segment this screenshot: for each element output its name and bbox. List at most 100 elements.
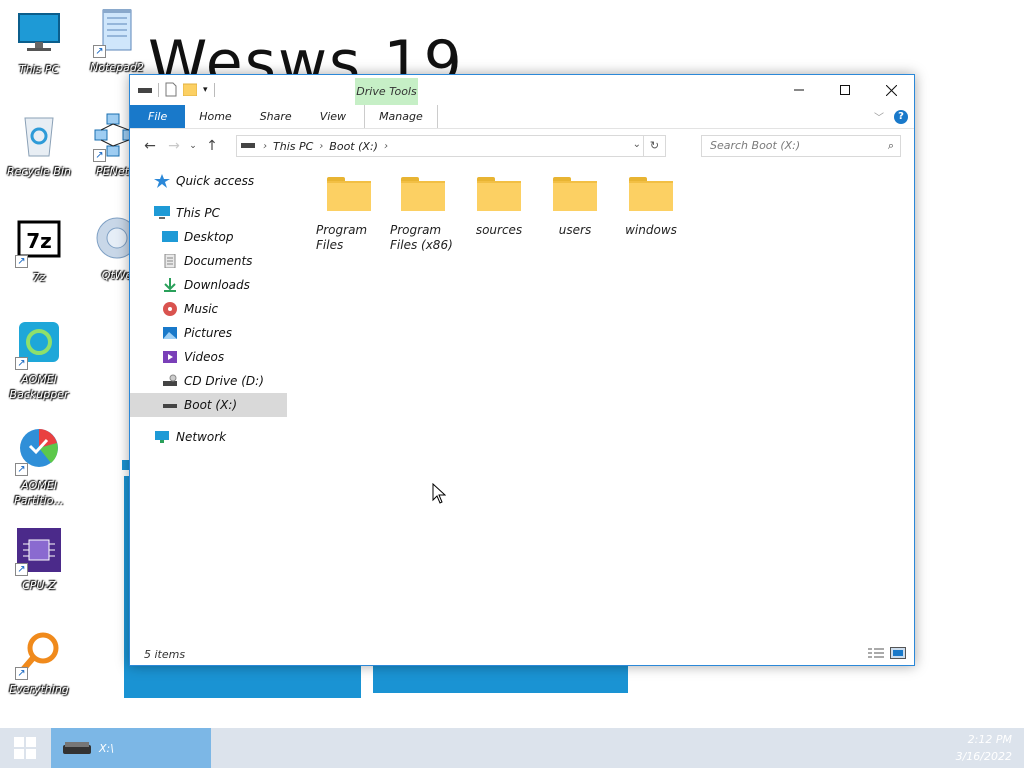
- desktop-icon-this-pc[interactable]: This PC: [1, 10, 77, 77]
- tab-manage[interactable]: Manage: [364, 105, 438, 128]
- desktop-icon-label: AOMEI Partitio...: [14, 479, 64, 507]
- shortcut-arrow-icon: ↗: [93, 149, 106, 162]
- desktop-icon-everything[interactable]: ↗ Everything: [1, 630, 77, 697]
- desktop-icon-label: CPU-Z: [22, 579, 56, 592]
- drive-tools-context-tab: Drive Tools: [355, 78, 418, 105]
- desktop-icon-aomei-partition[interactable]: ↗ AOMEI Partitio...: [1, 426, 77, 508]
- nav-item-label: Music: [184, 302, 219, 316]
- navigation-pane: Quick access This PC Desktop Documents D…: [130, 165, 287, 637]
- start-button[interactable]: [0, 728, 50, 768]
- help-icon[interactable]: ?: [894, 109, 908, 124]
- folder-item[interactable]: windows: [618, 177, 684, 238]
- navigation-bar: ← → ⌄ ↑ › This PC › Boot (X:) › ⌄ ↻ Sear…: [130, 129, 914, 163]
- quick-access-toolbar: ▾: [138, 82, 215, 97]
- customize-qat-icon[interactable]: ▾: [203, 85, 208, 95]
- new-folder-icon[interactable]: [183, 83, 197, 96]
- folder-item[interactable]: users: [542, 177, 608, 238]
- nav-item-cd-drive[interactable]: CD Drive (D:): [130, 369, 287, 393]
- aomei-backupper-icon: ↗: [15, 320, 63, 370]
- nav-item-pictures[interactable]: Pictures: [130, 321, 287, 345]
- taskbar-item-explorer[interactable]: X:\: [51, 728, 211, 768]
- everything-search-icon: ↗: [15, 630, 63, 680]
- nav-item-documents[interactable]: Documents: [130, 249, 287, 273]
- shortcut-arrow-icon: ↗: [15, 463, 28, 476]
- nav-item-music[interactable]: Music: [130, 297, 287, 321]
- breadcrumb-this-pc[interactable]: This PC: [267, 140, 319, 153]
- download-icon: [164, 278, 176, 292]
- desktop-icon-7z[interactable]: 7z ↗ 7z: [1, 218, 77, 285]
- chevron-right-icon[interactable]: ›: [384, 141, 388, 152]
- tab-share[interactable]: Share: [246, 105, 306, 128]
- shortcut-arrow-icon: ↗: [15, 667, 28, 680]
- nav-item-label: Videos: [184, 350, 225, 364]
- folder-name: Program Files: [316, 223, 368, 252]
- desktop-icon-recycle-bin[interactable]: Recycle Bin: [1, 112, 77, 179]
- videos-icon: [163, 351, 177, 363]
- desktop-icon-label: This PC: [18, 63, 60, 76]
- large-icons-view-icon[interactable]: [890, 647, 906, 659]
- properties-icon[interactable]: [165, 82, 177, 97]
- window-controls: [776, 75, 914, 105]
- back-arrow-icon[interactable]: ←: [138, 138, 162, 154]
- desktop-icon-cpu-z[interactable]: ↗ CPU-Z: [1, 526, 77, 593]
- nav-item-label: Desktop: [184, 230, 234, 244]
- music-icon: [163, 302, 177, 316]
- folder-item[interactable]: Program Files: [316, 177, 382, 253]
- drive-icon: [163, 404, 177, 408]
- nav-item-label: Documents: [184, 254, 253, 268]
- desktop-icon-label: AOMEI Backupper: [9, 373, 69, 401]
- folder-item[interactable]: Program Files (x86): [390, 177, 456, 253]
- folder-icon: [327, 177, 371, 211]
- system-clock[interactable]: 2:12 PM 3/16/2022: [956, 731, 1012, 765]
- desktop-icon: [162, 231, 178, 242]
- maximize-button[interactable]: [822, 75, 868, 105]
- desktop-icon-label: Recycle Bin: [7, 165, 71, 178]
- up-arrow-icon[interactable]: ↑: [200, 138, 224, 154]
- tab-view[interactable]: View: [306, 105, 360, 128]
- nav-item-boot-drive[interactable]: Boot (X:): [130, 393, 287, 417]
- tab-home[interactable]: Home: [185, 105, 245, 128]
- nav-item-network[interactable]: Network: [130, 425, 287, 449]
- search-input[interactable]: Search Boot (X:) ⌕: [701, 135, 901, 157]
- nav-item-videos[interactable]: Videos: [130, 345, 287, 369]
- desktop-icon-notepad2[interactable]: ↗ Notepad2: [79, 8, 155, 75]
- network-icon: [155, 431, 169, 443]
- nav-item-desktop[interactable]: Desktop: [130, 225, 287, 249]
- maximize-icon: [840, 85, 850, 95]
- chevron-down-icon[interactable]: ⌄: [633, 139, 641, 150]
- tab-file[interactable]: File: [130, 105, 186, 128]
- minimize-button[interactable]: [776, 75, 822, 105]
- file-explorer-window[interactable]: ▾ Drive Tools File Home Share View Manag…: [129, 74, 915, 666]
- shortcut-arrow-icon: ↗: [15, 357, 28, 370]
- 7zip-icon: 7z ↗: [15, 218, 63, 268]
- close-button[interactable]: [868, 75, 914, 105]
- search-icon[interactable]: ⌕: [888, 136, 894, 156]
- refresh-icon[interactable]: ↻: [643, 136, 665, 156]
- folder-name: windows: [625, 223, 677, 237]
- cd-drive-icon: [163, 374, 177, 386]
- drive-icon: [241, 143, 255, 148]
- title-bar[interactable]: ▾ Drive Tools: [130, 75, 914, 105]
- breadcrumb-boot-drive[interactable]: Boot (X:): [323, 140, 384, 153]
- svg-text:7z: 7z: [26, 229, 52, 253]
- nav-item-downloads[interactable]: Downloads: [130, 273, 287, 297]
- clock-time: 2:12 PM: [967, 733, 1012, 746]
- details-view-icon[interactable]: [868, 647, 884, 659]
- nav-item-label: Downloads: [184, 278, 250, 292]
- view-switcher: [868, 647, 906, 659]
- address-bar[interactable]: › This PC › Boot (X:) › ⌄ ↻: [236, 135, 666, 157]
- desktop-icon-label: Notepad2: [90, 61, 144, 74]
- expand-ribbon-icon[interactable]: ﹀: [874, 109, 884, 124]
- recent-locations-icon[interactable]: ⌄: [186, 141, 200, 151]
- divider: [213, 82, 215, 97]
- cpu-z-icon: ↗: [15, 526, 63, 576]
- desktop-icon-aomei-backupper[interactable]: ↗ AOMEI Backupper: [1, 320, 77, 402]
- folder-item[interactable]: sources: [466, 177, 532, 238]
- forward-arrow-icon[interactable]: →: [162, 138, 186, 154]
- ribbon-right-controls: ﹀ ?: [874, 109, 908, 124]
- taskbar-item-label: X:\: [99, 741, 114, 755]
- nav-item-this-pc[interactable]: This PC: [130, 201, 287, 225]
- nav-item-label: CD Drive (D:): [184, 374, 264, 388]
- nav-item-quick-access[interactable]: Quick access: [130, 169, 287, 193]
- close-icon: [885, 84, 897, 96]
